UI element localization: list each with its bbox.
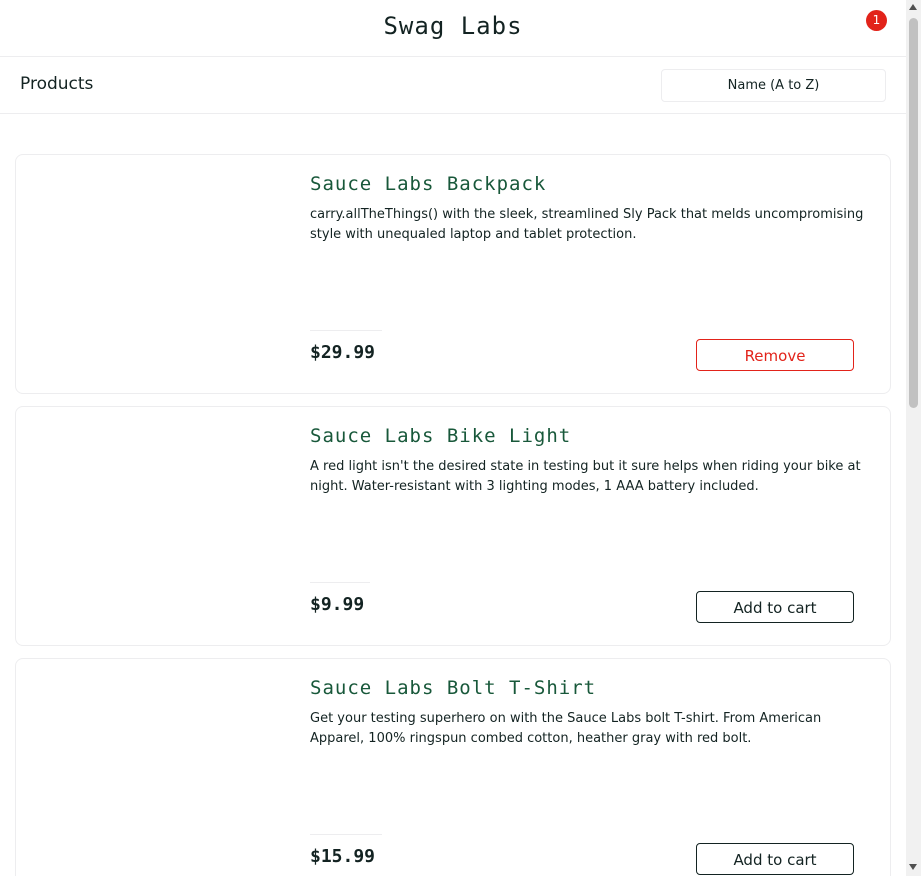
inventory-item: Sauce Labs Bolt T-Shirt Get your testing… [15,658,891,876]
sort-dropdown[interactable]: Name (A to Z) [661,69,886,102]
item-name-link[interactable]: Sauce Labs Bike Light [310,425,571,447]
vertical-scrollbar[interactable] [906,0,921,876]
price-divider [310,330,382,331]
scrollbar-thumb[interactable] [909,18,918,408]
item-name-link[interactable]: Sauce Labs Backpack [310,173,546,195]
price-divider [310,582,370,583]
price-divider [310,834,382,835]
inventory-item: Sauce Labs Backpack carry.allTheThings()… [15,154,891,394]
page-title: Products [20,74,94,94]
app-logo: Swag Labs [383,12,523,40]
item-description: A red light isn't the desired state in t… [310,459,861,494]
scroll-up-arrow-icon[interactable] [909,4,917,10]
scroll-down-arrow-icon[interactable] [909,864,917,870]
item-image[interactable] [36,175,286,373]
shopping-cart-link[interactable]: 1 [842,8,887,42]
item-price: $9.99 [310,594,365,615]
primary-header: Swag Labs 1 [0,0,906,57]
remove-button[interactable]: Remove [696,339,854,371]
item-name-link[interactable]: Sauce Labs Bolt T-Shirt [310,677,596,699]
inventory-item: Sauce Labs Bike Light A red light isn't … [15,406,891,646]
item-price: $29.99 [310,342,376,363]
secondary-header: Products Name (A to Z) [0,57,906,114]
app-window: Swag Labs 1 Products Name (A to Z) Sauce… [0,0,906,876]
item-description: Get your testing superhero on with the S… [310,711,822,746]
item-description: carry.allTheThings() with the sleek, str… [310,207,864,242]
add-to-cart-button[interactable]: Add to cart [696,591,854,623]
item-image[interactable] [36,679,286,876]
cart-badge: 1 [866,10,887,31]
add-to-cart-button[interactable]: Add to cart [696,843,854,875]
item-price: $15.99 [310,846,376,867]
item-image[interactable] [36,427,286,625]
